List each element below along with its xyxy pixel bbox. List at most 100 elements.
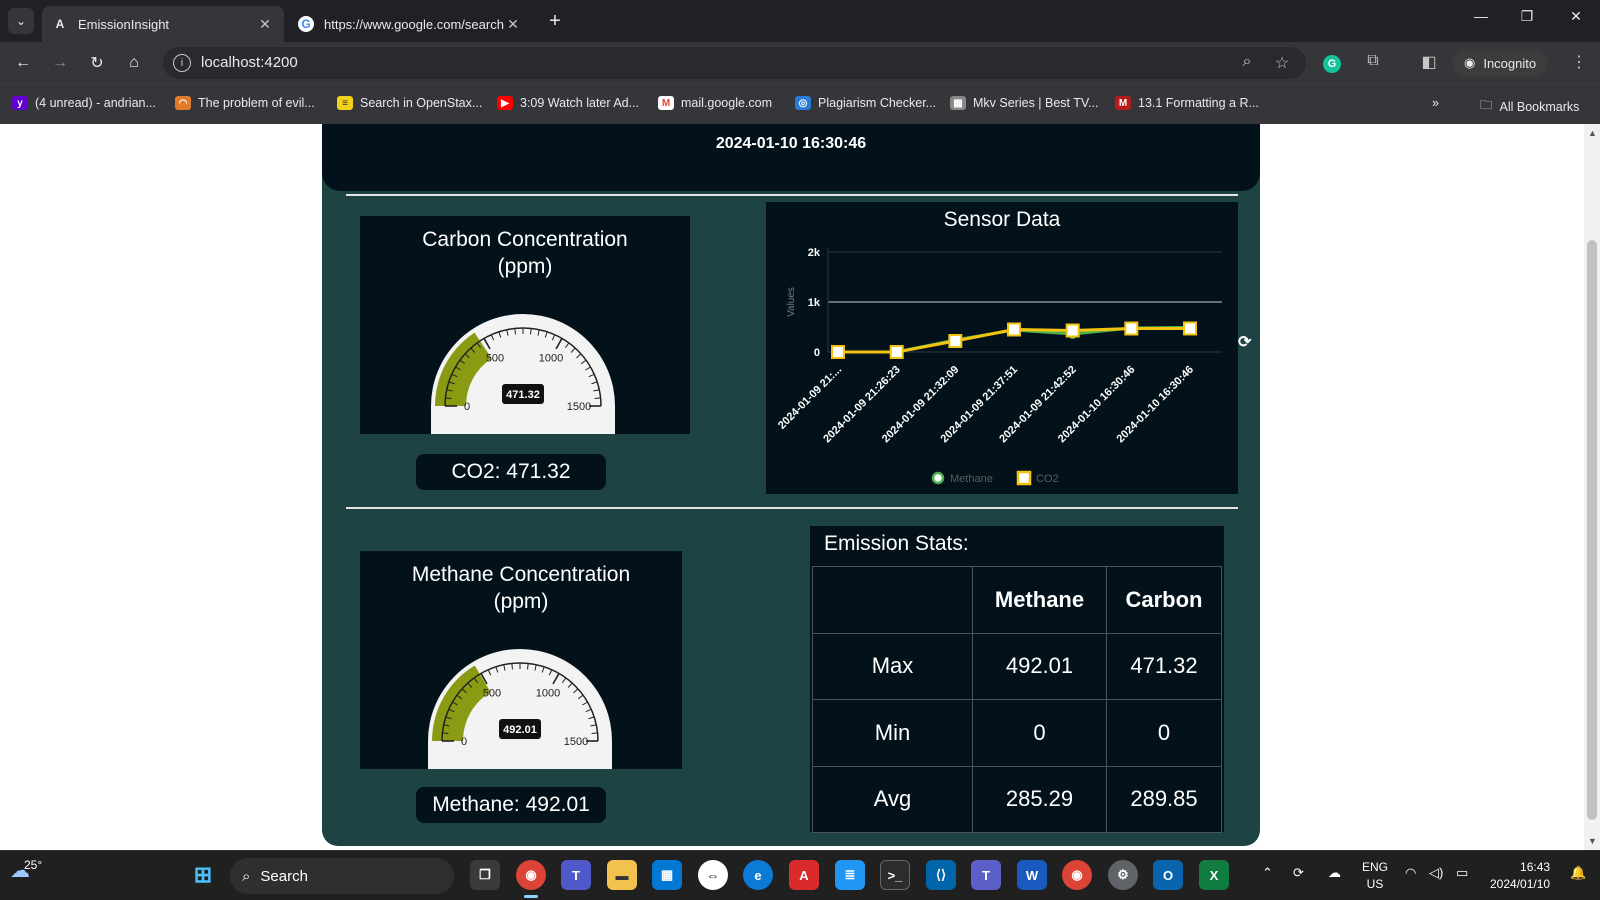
address-bar[interactable]: i localhost:4200 ⌕ ☆ [163,47,1306,79]
acrobat-icon[interactable]: A [789,860,819,890]
bookmark-label: 13.1 Formatting a R... [1138,96,1259,110]
wifi-icon[interactable]: ◠ [1405,865,1416,881]
forward-button[interactable]: → [47,50,73,76]
volume-icon[interactable]: ◁) [1429,865,1443,881]
excel-icon[interactable]: X [1199,860,1229,890]
reload-button[interactable]: ↻ [84,50,110,76]
y-tick-label: 0 [814,347,820,359]
emission-stats-card: Emission Stats: Methane Carbon Max 492.0… [810,526,1224,833]
methane-cell: 492.01 [972,632,1107,700]
gauge-title-unit: (ppm) [497,255,553,278]
bookmark-star-icon[interactable]: ☆ [1272,53,1292,73]
yahoo-mail-icon: y [12,96,28,110]
plus-icon: + [549,10,561,32]
page-scrollbar[interactable]: ▲ ▼ [1584,124,1600,850]
gauge-tick-label: 0 [464,401,470,413]
arrow-left-icon: ← [15,54,31,71]
google-icon: G [298,16,314,32]
table-header-cell: Methane [972,566,1107,634]
minimize-button[interactable]: — [1466,8,1496,24]
refresh-icon[interactable]: ⟳ [1238,332,1251,352]
close-icon[interactable]: ✕ [256,16,274,33]
gauge-tick [591,732,598,734]
co2-point [889,345,904,359]
side-panel-icon[interactable]: ◧ [1418,52,1440,72]
scroll-down-icon[interactable]: ▼ [1588,836,1597,846]
url-text[interactable]: localhost:4200 [201,54,298,71]
store-icon[interactable]: ▦ [652,860,682,890]
chrome-profile-icon[interactable]: ◉ [1062,860,1092,890]
scroll-up-icon[interactable]: ▲ [1588,128,1597,138]
back-button[interactable]: ← [10,50,36,76]
browser-toolbar: ← → ↻ ⌂ i localhost:4200 ⌕ ☆ G ⧉ ◧ ◉ Inc… [0,42,1600,84]
tab-google-search[interactable]: G https://www.google.com/search ✕ [288,6,532,42]
x-tick-label: 2024-01-09 21:... [776,364,844,432]
gauge-title-unit: (ppm) [493,590,549,613]
onedrive-icon[interactable]: ☁ [1328,865,1341,881]
legend-marker [931,471,945,485]
zoom-icon[interactable]: ⌕ [1237,53,1257,71]
gauge-tick-label: 1500 [564,736,588,748]
windows-start-icon[interactable]: ⊞ [188,860,218,890]
outlook-icon[interactable]: O [1153,860,1183,890]
new-tab-button[interactable]: + [544,10,566,33]
all-bookmarks-button[interactable]: 🗀 All Bookmarks [1480,96,1579,117]
notepad-icon[interactable]: ≣ [835,860,865,890]
teams-icon[interactable]: T [561,860,591,890]
site-info-icon[interactable]: i [173,54,191,72]
bookmark-item[interactable]: ◠ The problem of evil... [175,96,315,110]
search-icon: ⌕ [242,867,251,885]
file-explorer-icon[interactable]: ▬ [607,860,637,890]
incognito-badge[interactable]: ◉ Incognito [1452,49,1549,77]
window-close-button[interactable]: ✕ [1561,8,1591,25]
kebab-menu-icon[interactable]: ⋮ [1568,52,1590,72]
bookmark-item[interactable]: y (4 unread) - andrian... [12,96,156,110]
grammarly-extension-icon[interactable]: G [1323,55,1341,73]
taskbar-search[interactable]: ⌕ Search [230,858,454,894]
bookmark-label: (4 unread) - andrian... [35,96,156,110]
language-indicator[interactable]: ENG US [1362,859,1388,893]
lang-code: ENG [1362,860,1389,874]
bookmark-item[interactable]: ≡ Search in OpenStax... [337,96,482,110]
terminal-icon[interactable]: >_ [880,860,910,890]
y-axis-label: Values [786,287,797,317]
battery-icon[interactable]: ▭ [1456,865,1468,881]
teamviewer-icon[interactable]: ⇔ [698,860,728,890]
bookmark-item[interactable]: ▦ Mkv Series | Best TV... [950,96,1099,110]
edge-icon[interactable]: e [743,860,773,890]
tab-search-button[interactable]: ⌄ [8,8,34,34]
bookmark-item[interactable]: Mmail.google.com [658,96,772,110]
home-icon: ⌂ [129,54,139,71]
close-icon[interactable]: ✕ [504,16,522,33]
scroll-thumb[interactable] [1587,240,1597,820]
chrome-icon[interactable]: ◉ [516,860,546,890]
gauge-tick [511,663,513,670]
weather-widget[interactable]: ☁ 25° [10,858,42,883]
bookmark-label: The problem of evil... [198,96,315,110]
bookmark-item[interactable]: M 13.1 Formatting a R... [1115,96,1259,110]
tab-emissioninsight[interactable]: A EmissionInsight ✕ [42,6,284,42]
restore-button[interactable]: ❐ [1512,8,1542,25]
vscode-icon[interactable]: ⟨⟩ [926,860,956,890]
task-view-icon[interactable]: ❐ [470,860,500,890]
home-button[interactable]: ⌂ [121,50,147,76]
table-header-row: Methane Carbon [812,566,1222,634]
bookmark-label: Plagiarism Checker... [818,96,937,110]
gauge-title-line: Carbon Concentration [422,228,628,251]
settings-gear-icon[interactable]: ⚙ [1108,860,1138,890]
taskbar-clock[interactable]: 16:43 2024/01/10 [1490,859,1550,893]
notification-bell-icon[interactable]: 🔔 [1570,865,1586,881]
legend-label: CO2 [1036,473,1059,485]
bookmark-item[interactable]: ◎ Plagiarism Checker... [795,96,936,110]
table-header-cell [812,566,973,634]
teams-work-icon[interactable]: T [971,860,1001,890]
carbon-cell: 471.32 [1106,632,1222,700]
sync-icon[interactable]: ⟳ [1293,865,1304,881]
more-bookmarks-button[interactable]: » [1432,96,1439,110]
bookmark-item[interactable]: ▶ 3:09 Watch later Ad... [497,96,639,110]
gauge-tick [442,732,449,734]
extensions-icon[interactable]: ⧉ [1362,52,1384,70]
incognito-label: Incognito [1483,55,1537,71]
word-icon[interactable]: W [1017,860,1047,890]
chevron-up-icon[interactable]: ⌃ [1262,865,1273,881]
